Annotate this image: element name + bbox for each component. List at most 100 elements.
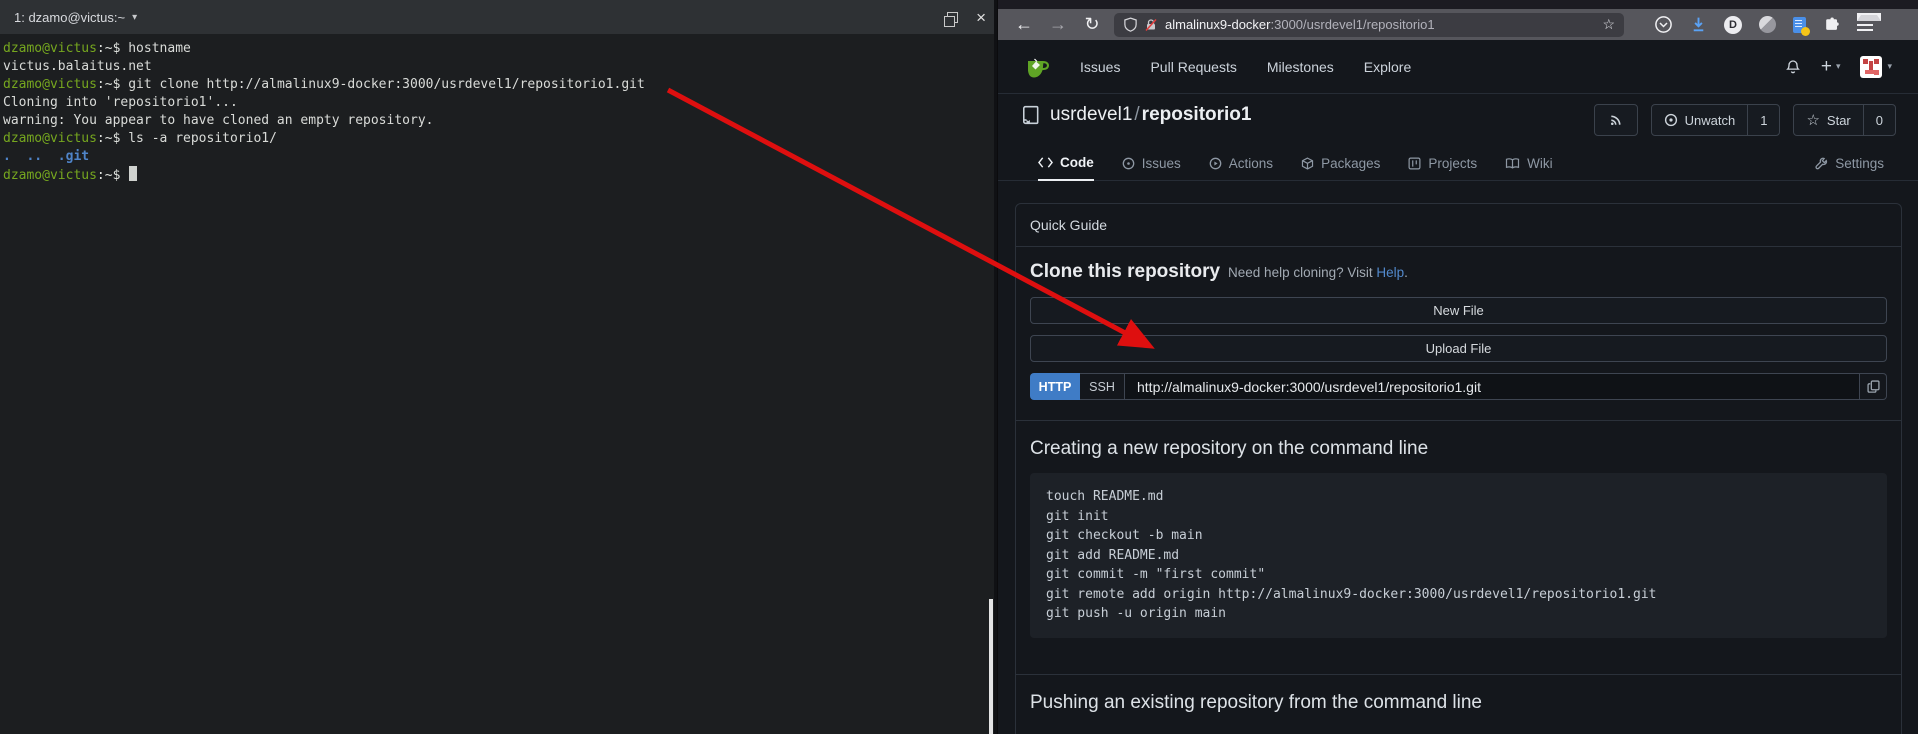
shield-icon[interactable] — [1123, 17, 1138, 32]
ssh-protocol-button[interactable]: SSH — [1080, 373, 1125, 400]
terminal-line: victus.balaitus.net — [3, 58, 988, 76]
create-code-block[interactable]: touch README.mdgit initgit checkout -b m… — [1030, 473, 1887, 638]
star-button[interactable]: ☆ Star 0 — [1793, 104, 1896, 136]
unwatch-button[interactable]: Unwatch 1 — [1651, 104, 1781, 136]
nav-item-explore[interactable]: Explore — [1364, 59, 1411, 75]
tab-label: Projects — [1428, 156, 1477, 171]
terminal-tab-caret-icon[interactable]: ▾ — [132, 12, 137, 23]
duckduckgo-extension-icon[interactable]: D — [1724, 16, 1742, 34]
prompt-symbol: :~$ — [97, 131, 120, 146]
output-text: warning: You appear to have cloned an em… — [3, 113, 433, 128]
prompt-user: dzamo@victus — [3, 41, 97, 56]
terminal-cursor[interactable] — [129, 166, 137, 181]
output-text: victus.balaitus.net — [3, 59, 152, 74]
download-icon[interactable] — [1690, 16, 1707, 33]
terminal-scrollbar[interactable] — [989, 599, 993, 734]
push-section-heading: Pushing an existing repository from the … — [1030, 692, 1887, 714]
insecure-lock-icon[interactable] — [1144, 18, 1158, 32]
new-file-button[interactable]: New File — [1030, 297, 1887, 324]
tab-actions[interactable]: Actions — [1209, 146, 1273, 181]
browser-window: ← → ↻ almalinux9-docker:3000/usrdevel1/r… — [997, 0, 1918, 734]
repo-slash: / — [1134, 104, 1139, 125]
terminal-output[interactable]: dzamo@victus:~$ hostnamevictus.balaitus.… — [3, 40, 988, 185]
repo-owner-link[interactable]: usrdevel1 — [1050, 104, 1132, 125]
actions-icon — [1209, 157, 1222, 170]
tab-wiki[interactable]: Wiki — [1505, 146, 1553, 181]
rss-feed-button[interactable] — [1594, 104, 1638, 136]
prompt-user: dzamo@victus — [3, 131, 97, 146]
gitea-page: Issues Pull Requests Milestones Explore + ▾… — [998, 40, 1918, 734]
url-host: almalinux9-docker — [1165, 17, 1271, 32]
url-bar[interactable]: almalinux9-docker:3000/usrdevel1/reposit… — [1114, 13, 1624, 37]
extension-icon[interactable] — [1759, 16, 1776, 33]
tab-projects[interactable]: Projects — [1408, 146, 1477, 181]
tab-label: Wiki — [1527, 156, 1553, 171]
tab-settings-label: Settings — [1835, 156, 1884, 171]
copy-icon — [1867, 380, 1880, 393]
back-button[interactable]: ← — [1012, 14, 1036, 35]
repository-icon — [1022, 105, 1040, 125]
tab-packages[interactable]: Packages — [1301, 146, 1380, 181]
http-protocol-button[interactable]: HTTP — [1030, 373, 1080, 400]
notifications-bell-icon[interactable] — [1785, 59, 1801, 75]
user-menu[interactable]: ▾ — [1860, 56, 1892, 78]
bookmark-star-icon[interactable]: ☆ — [1602, 16, 1615, 33]
tab-label: Actions — [1229, 156, 1273, 171]
avatar[interactable] — [1860, 56, 1882, 78]
directory-entry[interactable]: .git — [58, 149, 89, 164]
prompt-symbol: :~$ — [97, 41, 120, 56]
command-text — [120, 168, 128, 183]
tab-issues[interactable]: Issues — [1122, 146, 1181, 181]
screen: 1: dzamo@victus:~ ▾ × dzamo@victus:~$ ho… — [0, 0, 1918, 734]
terminal-title: 1: dzamo@victus:~ — [14, 10, 125, 25]
terminal-line: warning: You appear to have cloned an em… — [3, 112, 988, 130]
chevron-down-icon: ▾ — [1887, 61, 1892, 72]
clone-url-row: HTTP SSH http://almalinux9-docker:3000/u… — [1030, 373, 1887, 400]
output-text: Cloning into 'repositorio1'... — [3, 95, 238, 110]
command-text: git clone http://almalinux9-docker:3000/… — [120, 77, 644, 92]
url-path: :3000/usrdevel1/repositorio1 — [1271, 17, 1435, 32]
tab-label: Issues — [1142, 156, 1181, 171]
terminal-titlebar[interactable]: 1: dzamo@victus:~ ▾ × — [0, 0, 994, 34]
directory-entry[interactable]: . — [3, 149, 11, 164]
star-icon: ☆ — [1806, 111, 1819, 129]
nav-item-issues[interactable]: Issues — [1080, 59, 1120, 75]
rss-icon — [1609, 113, 1623, 127]
forward-button[interactable]: → — [1046, 14, 1070, 35]
upload-file-button[interactable]: Upload File — [1030, 335, 1887, 362]
nav-item-milestones[interactable]: Milestones — [1267, 59, 1334, 75]
create-new-button[interactable]: + ▾ — [1821, 57, 1841, 76]
eye-icon — [1664, 113, 1678, 127]
update-badge-icon — [1857, 13, 1881, 21]
code-line: touch README.md — [1046, 487, 1871, 507]
projects-icon — [1408, 157, 1421, 170]
prompt-symbol: :~$ — [97, 168, 120, 183]
star-count[interactable]: 0 — [1863, 105, 1895, 135]
gitea-logo-icon[interactable] — [1024, 54, 1050, 80]
clone-url-input[interactable]: http://almalinux9-docker:3000/usrdevel1/… — [1125, 373, 1860, 400]
page-content: Quick Guide Clone this repository Need h… — [998, 181, 1918, 734]
repo-name-link[interactable]: repositorio1 — [1142, 104, 1252, 125]
directory-entry[interactable]: .. — [26, 149, 42, 164]
menu-hamburger-icon[interactable] — [1857, 19, 1873, 31]
watch-count[interactable]: 1 — [1747, 105, 1779, 135]
settings-wrench-icon — [1815, 157, 1828, 170]
pocket-icon[interactable] — [1654, 15, 1673, 34]
help-link[interactable]: Help — [1376, 265, 1404, 280]
tab-code[interactable]: Code — [1038, 146, 1094, 181]
unwatch-label: Unwatch — [1685, 113, 1736, 128]
tab-settings[interactable]: Settings — [1815, 146, 1884, 181]
window-restore-icon[interactable] — [947, 12, 958, 23]
tab-label: Packages — [1321, 156, 1380, 171]
extensions-puzzle-icon[interactable] — [1823, 16, 1840, 33]
copy-url-button[interactable] — [1860, 373, 1887, 400]
reload-button[interactable]: ↻ — [1080, 14, 1104, 35]
code-line: git commit -m "first commit" — [1046, 565, 1871, 585]
prompt-user: dzamo@victus — [3, 77, 97, 92]
terminal-line: Cloning into 'repositorio1'... — [3, 94, 988, 112]
document-badge-extension-icon[interactable] — [1793, 17, 1806, 33]
clone-heading: Clone this repository — [1030, 261, 1220, 283]
window-close-icon[interactable]: × — [976, 9, 986, 26]
command-text: ls -a repositorio1/ — [120, 131, 277, 146]
nav-item-pull-requests[interactable]: Pull Requests — [1150, 59, 1236, 75]
